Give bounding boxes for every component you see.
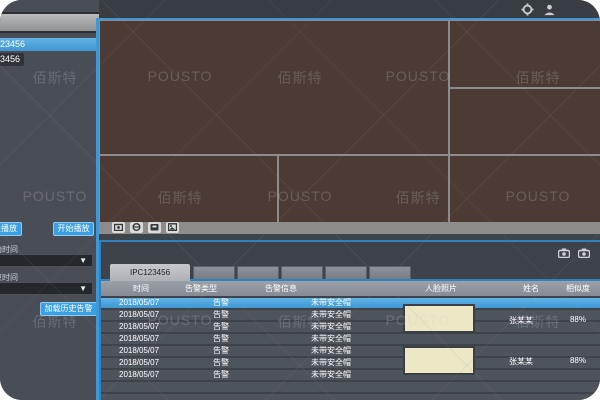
video-panel-main[interactable] <box>100 21 448 154</box>
video-wall <box>99 18 600 234</box>
stop-playback-button[interactable]: 停止播放 <box>0 222 22 236</box>
face-photo-thumbnail <box>403 346 475 375</box>
alarm-table: 2018/05/07告警未带安全帽2018/05/07告警未带安全帽2018/0… <box>101 298 600 400</box>
cell-alarm-type: 告警 <box>201 298 241 308</box>
album-icon[interactable] <box>166 222 179 233</box>
chevron-down-icon: ▼ <box>79 256 87 265</box>
video-panel-right-1[interactable] <box>450 21 600 87</box>
device-list-header <box>0 12 99 33</box>
column-header: 告警信息 <box>201 281 361 296</box>
cell-alarm-info: 未带安全帽 <box>301 298 361 308</box>
sidebar-item-device[interactable]: 123456 <box>0 53 96 66</box>
cell-alarm-type: 告警 <box>201 370 241 380</box>
record-icon[interactable] <box>148 222 161 233</box>
sidebar: 123456 123456 停止播放 开始播放 开始时间 ▼ 结束时间 ▼ 加载… <box>0 0 99 400</box>
table-row[interactable]: 2018/05/07 告警 未带安全帽 <box>101 346 600 356</box>
cell-alarm-info: 未带安全帽 <box>301 346 361 356</box>
column-header: 人脸照片 <box>381 281 501 296</box>
start-time-select[interactable]: ▼ <box>0 254 93 267</box>
chevron-down-icon: ▼ <box>79 284 87 293</box>
table-row[interactable] <box>101 382 600 392</box>
video-panel-right-2[interactable] <box>450 89 600 154</box>
cell-alarm-type: 告警 <box>201 346 241 356</box>
camera-icon[interactable] <box>578 248 590 258</box>
gear-icon[interactable] <box>521 3 534 16</box>
tab-empty[interactable] <box>325 266 367 280</box>
cell-time: 2018/05/07 <box>119 346 159 356</box>
cell-time: 2018/05/07 <box>119 358 159 368</box>
match-name: 张某某 <box>499 356 543 367</box>
table-row[interactable]: 2018/05/07 告警 未带安全帽 <box>101 298 600 308</box>
cell-time: 2018/05/07 <box>119 322 159 332</box>
cell-alarm-type: 告警 <box>201 310 241 320</box>
table-header: 时间告警类型告警信息人脸照片姓名相似度 <box>101 281 600 296</box>
table-row[interactable]: 2018/05/07 告警 未带安全帽 <box>101 370 600 380</box>
tab-empty[interactable] <box>281 266 323 280</box>
cell-time: 2018/05/07 <box>119 370 159 380</box>
video-panel-bottom-3[interactable] <box>450 156 600 222</box>
load-history-alarms-button[interactable]: 加载历史告警 <box>40 302 97 316</box>
tab-empty[interactable] <box>193 266 235 280</box>
camera-icon[interactable] <box>558 248 570 258</box>
face-photo-thumbnail <box>403 304 475 333</box>
device-label: 123456 <box>0 38 25 51</box>
start-playback-button[interactable]: 开始播放 <box>53 222 94 236</box>
cell-alarm-info: 未带安全帽 <box>301 370 361 380</box>
cell-alarm-type: 告警 <box>201 334 241 344</box>
video-panel-bottom-2[interactable] <box>279 156 448 222</box>
audio-icon[interactable] <box>130 222 143 233</box>
sidebar-item-device-selected[interactable]: 123456 <box>0 38 96 51</box>
cell-alarm-info: 未带安全帽 <box>301 358 361 368</box>
match-similarity: 88% <box>565 315 591 324</box>
cell-alarm-type: 告警 <box>201 322 241 332</box>
alarm-panel: IPC123456 时间告警类型告警信息人脸照片姓名相似度 2018/05/07… <box>99 240 600 400</box>
column-header: 姓名 <box>511 281 551 296</box>
cell-time: 2018/05/07 <box>119 334 159 344</box>
cell-time: 2018/05/07 <box>119 298 159 308</box>
snapshot-icon[interactable] <box>112 222 125 233</box>
cell-time: 2018/05/07 <box>119 310 159 320</box>
video-toolbar <box>99 221 600 234</box>
tab-active-channel[interactable]: IPC123456 <box>110 264 190 281</box>
tab-empty[interactable] <box>369 266 411 280</box>
table-row[interactable]: 2018/05/07 告警 未带安全帽 <box>101 334 600 344</box>
end-time-select[interactable]: ▼ <box>0 282 93 295</box>
video-panel-bottom-1[interactable] <box>100 156 277 222</box>
cell-alarm-info: 未带安全帽 <box>301 322 361 332</box>
match-similarity: 88% <box>565 356 591 365</box>
app-window: 123456 123456 停止播放 开始播放 开始时间 ▼ 结束时间 ▼ 加载… <box>0 0 600 400</box>
column-header: 时间 <box>111 281 171 296</box>
column-header: 相似度 <box>556 281 600 296</box>
user-icon[interactable] <box>543 3 556 16</box>
table-row[interactable] <box>101 394 600 400</box>
device-label: 123456 <box>0 53 20 66</box>
tab-empty[interactable] <box>237 266 279 280</box>
cell-alarm-info: 未带安全帽 <box>301 310 361 320</box>
match-name: 张某某 <box>499 315 543 326</box>
cell-alarm-type: 告警 <box>201 358 241 368</box>
cell-alarm-info: 未带安全帽 <box>301 334 361 344</box>
